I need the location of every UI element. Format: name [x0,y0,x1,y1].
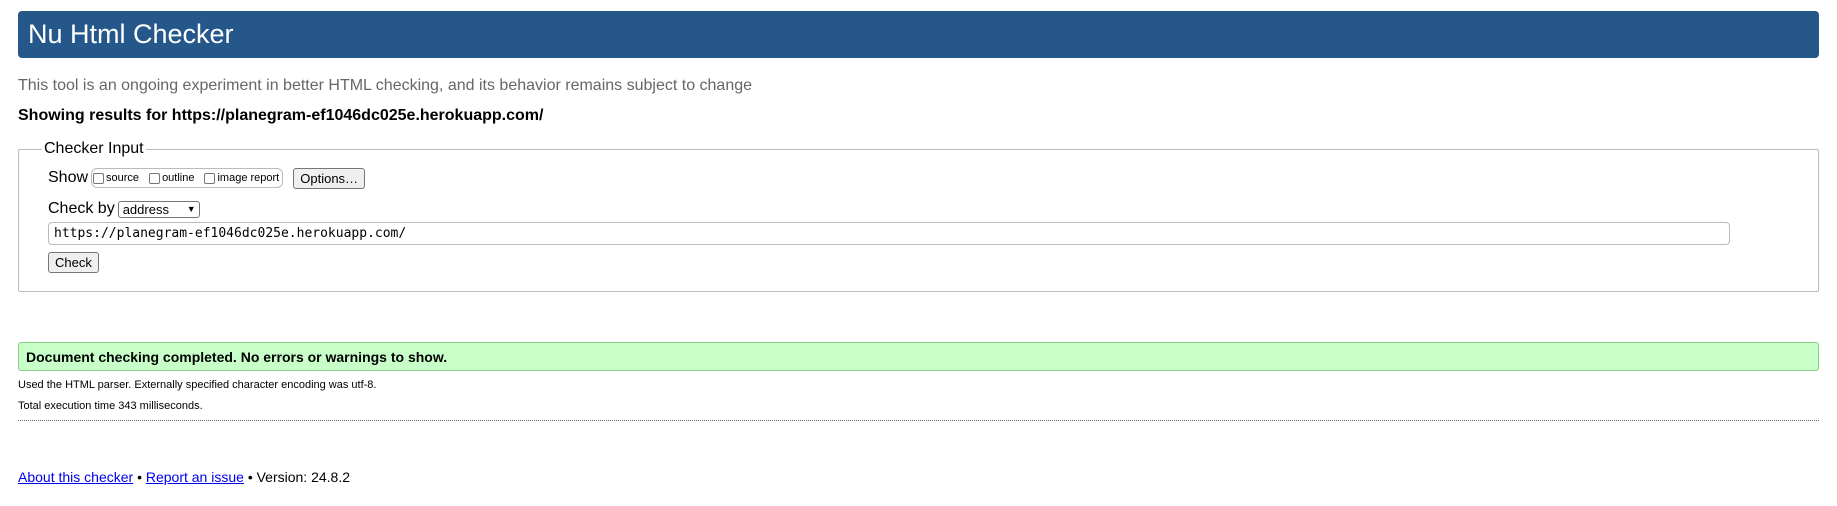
check-by-label: Check by [48,200,115,217]
show-options-group: source outline image report [91,168,284,188]
show-option-source[interactable]: source [93,172,139,184]
version-text: Version: 24.8.2 [256,469,351,485]
checker-input-fieldset: Checker Input Show source outline image … [18,140,1819,292]
options-button[interactable]: Options… [293,167,366,189]
parser-info: Used the HTML parser. Externally specifi… [18,379,377,391]
check-button[interactable]: Check [48,252,99,273]
url-input[interactable]: https://planegram-ef1046dc025e.herokuapp… [48,222,1730,245]
footer-separator: • [247,469,253,485]
dotted-divider [18,420,1819,421]
footer-separator: • [137,469,142,485]
image-report-checkbox[interactable] [204,172,216,184]
source-checkbox[interactable] [93,172,105,184]
show-label: Show [48,169,89,186]
header-bar: Nu Html Checker [18,11,1819,58]
check-by-selected-value: address [122,201,169,217]
execution-time: Total execution time 343 milliseconds. [18,400,203,412]
status-success-box: Document checking completed. No errors o… [18,342,1819,371]
page-title: Nu Html Checker [28,19,234,49]
page: Nu Html Checker This tool is an ongoing … [0,0,1837,506]
show-row: Show source outline image report Options… [48,166,1818,190]
image-report-checkbox-label: image report [217,172,280,184]
check-by-row: Check by address ▼ [48,199,1818,219]
outline-checkbox-label: outline [162,172,195,184]
outline-checkbox[interactable] [149,172,161,184]
check-row: Check [48,252,1818,273]
about-checker-link[interactable]: About this checker [18,469,133,485]
check-by-select[interactable]: address ▼ [117,200,200,218]
chevron-down-icon: ▼ [186,203,196,214]
report-issue-link[interactable]: Report an issue [146,469,244,485]
footer: About this checker • Report an issue • V… [18,468,1819,486]
tagline: This tool is an ongoing experiment in be… [18,77,753,94]
show-option-image-report[interactable]: image report [204,172,279,184]
checker-input-legend: Checker Input [44,140,144,157]
show-option-outline[interactable]: outline [149,172,194,184]
results-heading: Showing results for https://planegram-ef… [18,107,544,124]
source-checkbox-label: source [106,172,140,184]
